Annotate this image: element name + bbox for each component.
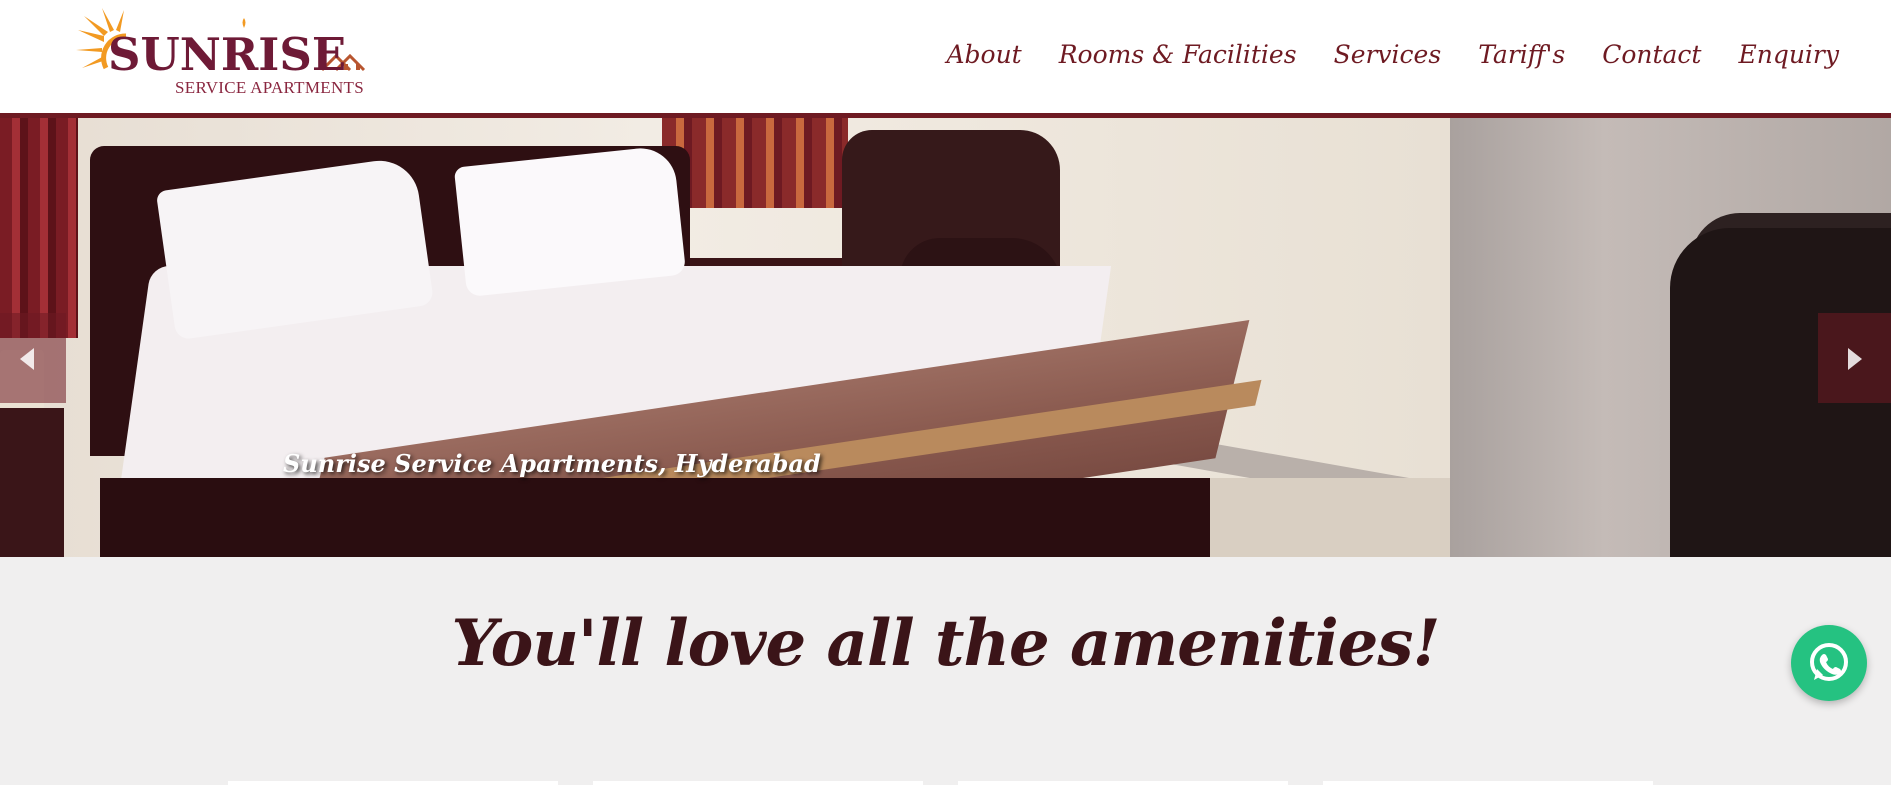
slide-curtain	[0, 118, 78, 338]
site-header: SUNRISE SERVICE APARTMENTS About Rooms &…	[0, 0, 1891, 113]
amenity-card[interactable]	[1323, 781, 1653, 785]
brand-name: SUNRISE	[108, 28, 347, 81]
slider-next-button[interactable]	[1818, 313, 1891, 403]
nav-item-contact[interactable]: Contact	[1602, 38, 1701, 72]
section-title: You'll love all the amenities!	[451, 606, 1441, 681]
amenity-cards	[0, 781, 1891, 785]
chevron-right-icon	[1848, 348, 1862, 370]
slider-prev-button[interactable]	[0, 313, 66, 403]
slide-nightstand-left	[0, 408, 64, 557]
nav-item-tariffs[interactable]: Tariff's	[1478, 38, 1565, 72]
amenity-card[interactable]	[958, 781, 1288, 785]
nav-item-about[interactable]: About	[946, 38, 1021, 72]
nav-item-enquiry[interactable]: Enquiry	[1738, 38, 1839, 72]
main-nav: About Rooms & Facilities Services Tariff…	[909, 38, 1839, 72]
chevron-left-icon	[20, 348, 34, 370]
site-logo[interactable]: SUNRISE SERVICE APARTMENTS	[74, 6, 374, 98]
brand-tagline: SERVICE APARTMENTS	[175, 78, 364, 97]
hero-slider[interactable]: Sunrise Service Apartments, Hyderabad	[0, 118, 1891, 557]
amenity-card[interactable]	[228, 781, 558, 785]
amenity-card[interactable]	[593, 781, 923, 785]
nav-item-services[interactable]: Services	[1334, 38, 1442, 72]
whatsapp-button[interactable]	[1791, 625, 1867, 701]
slide-pillow	[453, 144, 687, 298]
whatsapp-icon	[1810, 643, 1848, 681]
slide-bedframe	[100, 478, 1210, 557]
nav-item-rooms-facilities[interactable]: Rooms & Facilities	[1059, 38, 1297, 72]
slide-caption: Sunrise Service Apartments, Hyderabad	[283, 449, 821, 478]
